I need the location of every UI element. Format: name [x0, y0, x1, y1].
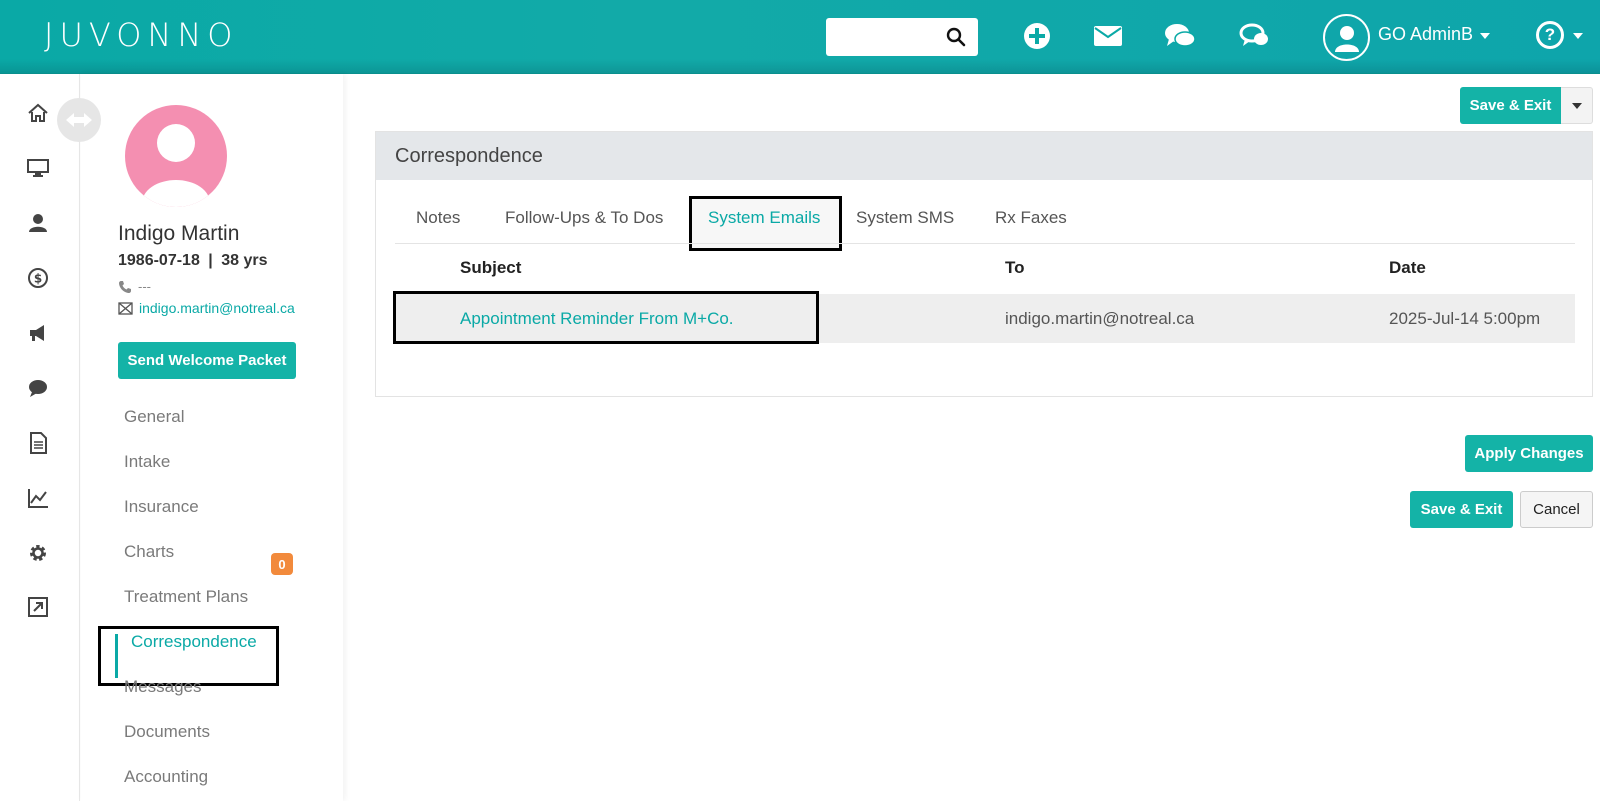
dollar-icon[interactable]: $ — [26, 266, 50, 290]
document-icon[interactable] — [26, 431, 50, 455]
top-bar: JUVONNO GO AdminB ? — [0, 0, 1600, 74]
chevron-down-icon[interactable] — [1573, 33, 1583, 39]
save-exit-bottom-button[interactable]: Save & Exit — [1410, 491, 1513, 528]
email-row: indigo.martin@notreal.ca — [118, 300, 295, 316]
correspondence-panel: Correspondence Notes Follow-Ups & To Dos… — [375, 131, 1593, 397]
save-exit-button[interactable]: Save & Exit — [1460, 87, 1561, 124]
phone-icon — [119, 280, 131, 293]
live-chat-icon[interactable] — [1238, 19, 1272, 53]
megaphone-icon[interactable] — [26, 321, 50, 345]
patient-sidebar: Indigo Martin 1986-07-18 | 38 yrs --- in… — [81, 74, 343, 801]
column-header-to[interactable]: To — [1005, 258, 1025, 278]
avatar — [125, 105, 227, 207]
chart-icon[interactable] — [26, 486, 50, 510]
external-link-icon[interactable] — [26, 595, 50, 619]
patient-age: 38 yrs — [221, 252, 268, 269]
mail-icon[interactable] — [1091, 19, 1125, 53]
panel-title: Correspondence — [376, 132, 1592, 180]
user-avatar-icon[interactable] — [1323, 14, 1370, 61]
sidebar-item-messages[interactable]: Messages — [124, 677, 201, 697]
patient-name: Indigo Martin — [118, 222, 240, 245]
sidebar-item-accounting[interactable]: Accounting — [124, 767, 208, 787]
tab-notes[interactable]: Notes — [416, 208, 460, 228]
home-icon[interactable] — [26, 101, 50, 125]
sidebar-item-treatment-plans[interactable]: Treatment Plans — [124, 587, 248, 607]
logo[interactable]: JUVONNO — [44, 16, 238, 54]
double-arrow-icon — [66, 113, 92, 127]
icon-rail: $ — [0, 74, 80, 801]
search-input[interactable] — [826, 18, 978, 56]
send-welcome-packet-button[interactable]: Send Welcome Packet — [118, 342, 296, 379]
add-icon[interactable] — [1020, 19, 1054, 53]
monitor-icon[interactable] — [26, 156, 50, 180]
search-icon[interactable] — [946, 27, 966, 47]
patient-phone: --- — [138, 279, 151, 294]
phone-row: --- — [118, 279, 151, 294]
sidebar-item-intake[interactable]: Intake — [124, 452, 170, 472]
patient-dob: 1986-07-18 — [118, 252, 200, 269]
tab-system-emails[interactable]: System Emails — [708, 208, 820, 228]
email-recipient: indigo.martin@notreal.ca — [1005, 309, 1195, 328]
charts-count-badge: 0 — [271, 553, 293, 575]
patient-email-link[interactable]: indigo.martin@notreal.ca — [139, 300, 295, 316]
cancel-button[interactable]: Cancel — [1520, 491, 1593, 528]
tab-system-sms[interactable]: System SMS — [856, 208, 954, 228]
sidebar-item-charts[interactable]: Charts — [124, 542, 174, 562]
tab-follow-ups[interactable]: Follow-Ups & To Dos — [505, 208, 663, 228]
chevron-down-icon — [1571, 102, 1582, 109]
svg-text:$: $ — [34, 272, 42, 286]
clients-icon[interactable] — [26, 211, 50, 235]
chat-icon[interactable] — [1163, 19, 1197, 53]
chat-bubble-icon[interactable] — [26, 376, 50, 400]
sidebar-item-general[interactable]: General — [124, 407, 184, 427]
sidebar-item-insurance[interactable]: Insurance — [124, 497, 199, 517]
help-icon[interactable]: ? — [1536, 21, 1564, 49]
save-options-dropdown[interactable] — [1561, 87, 1593, 124]
gear-icon[interactable] — [26, 541, 50, 565]
column-header-date[interactable]: Date — [1389, 258, 1426, 278]
meta-separator: | — [208, 252, 213, 269]
envelope-icon — [118, 301, 133, 315]
active-indicator — [115, 634, 118, 678]
email-date: 2025-Jul-14 5:00pm — [1389, 309, 1541, 328]
sidebar-item-correspondence[interactable]: Correspondence — [131, 632, 257, 652]
column-header-subject[interactable]: Subject — [460, 258, 521, 278]
patient-meta: 1986-07-18 | 38 yrs — [118, 252, 268, 270]
apply-changes-button[interactable]: Apply Changes — [1465, 435, 1593, 472]
chevron-down-icon[interactable] — [1480, 33, 1490, 39]
sidebar-item-documents[interactable]: Documents — [124, 722, 210, 742]
save-exit-split-button: Save & Exit — [1460, 87, 1593, 124]
collapse-sidebar-handle[interactable] — [57, 98, 101, 142]
user-menu[interactable]: GO AdminB — [1378, 24, 1473, 45]
email-subject-link[interactable]: Appointment Reminder From M+Co. — [460, 309, 734, 329]
tab-bar: Notes Follow-Ups & To Dos System Emails … — [395, 194, 1575, 244]
tab-rx-faxes[interactable]: Rx Faxes — [995, 208, 1067, 228]
